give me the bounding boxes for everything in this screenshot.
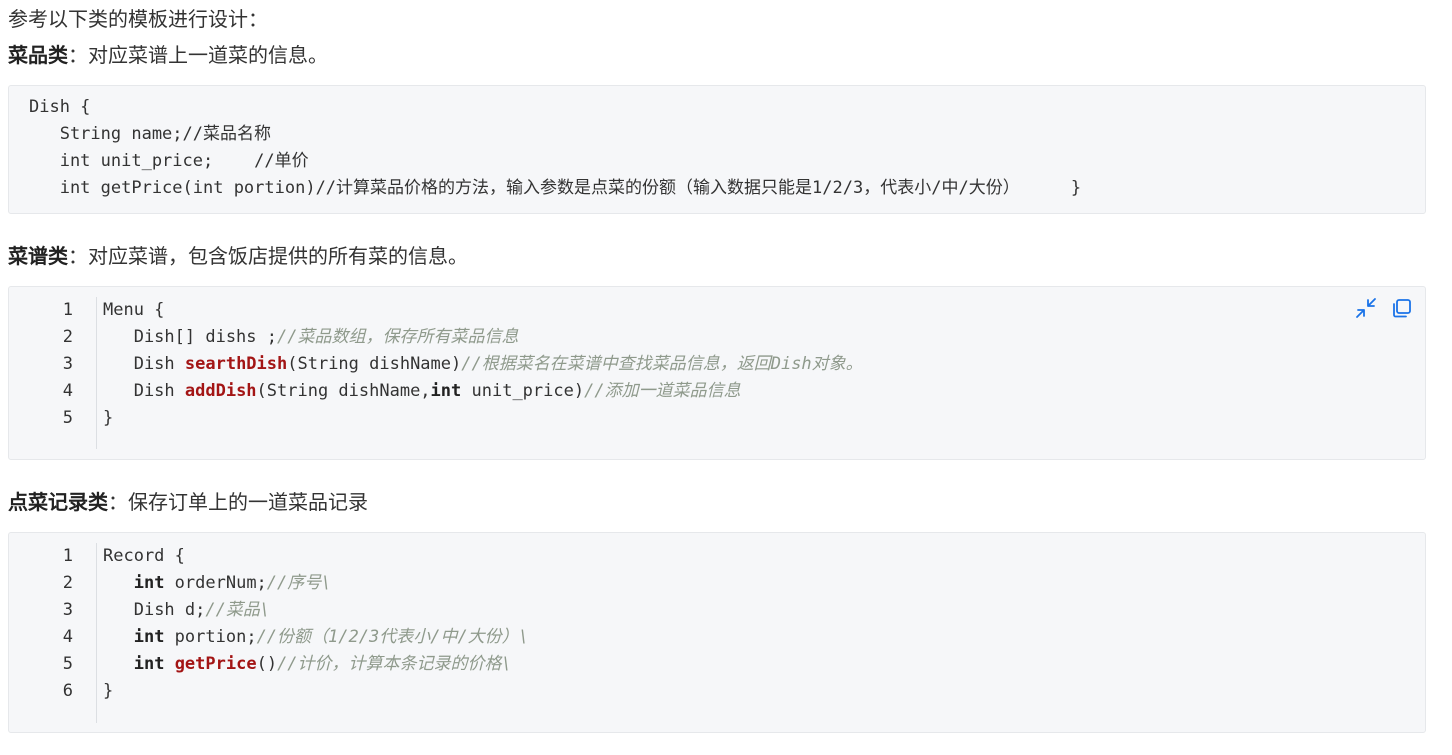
- line-number: 3: [62, 600, 73, 620]
- code-comment: //根据菜名在菜谱中查找菜品信息，返回Dish对象。: [461, 354, 863, 374]
- code-line: int orderNum;//序号\: [103, 570, 529, 597]
- record-heading: 点菜记录类：保存订单上的一道菜品记录: [8, 487, 368, 517]
- function-name: addDish: [184, 381, 257, 401]
- code-text: Dish: [103, 354, 185, 374]
- code-line: Dish d;//菜品\: [103, 597, 529, 624]
- code-comment: //菜品\: [205, 600, 271, 620]
- code-text: (String dishName): [287, 354, 462, 374]
- code-line: Dish[] dishs ;//菜品数组，保存所有菜品信息: [103, 324, 863, 351]
- code-line: Dish searthDish(String dishName)//根据菜名在菜…: [103, 351, 863, 378]
- line-number: 5: [62, 408, 73, 428]
- keyword: int: [430, 381, 462, 401]
- record-title: 点菜记录类: [8, 490, 108, 514]
- record-code-block[interactable]: 1 2 3 4 5 6 Record { int orderNum;//序号\ …: [8, 532, 1426, 733]
- keyword: int: [133, 627, 165, 647]
- code-line: Dish {: [29, 97, 91, 117]
- collapse-icon[interactable]: [1355, 297, 1377, 319]
- code-line: int getPrice()//计价，计算本条记录的价格\: [103, 651, 529, 678]
- menu-title: 菜谱类: [8, 244, 68, 268]
- line-number: 4: [62, 381, 73, 401]
- function-name: getPrice: [174, 654, 257, 674]
- copy-icon[interactable]: [1391, 297, 1413, 319]
- menu-heading: 菜谱类：对应菜谱，包含饭店提供的所有菜的信息。: [8, 241, 468, 271]
- code-text: orderNum;: [164, 573, 267, 593]
- code-line: int unit_price; //单价: [29, 151, 309, 171]
- code-text: (String dishName,: [256, 381, 431, 401]
- code-line: Dish addDish(String dishName,int unit_pr…: [103, 378, 863, 405]
- code-comment: //菜品数组，保存所有菜品信息: [277, 327, 519, 347]
- code-comment: //序号\: [266, 573, 332, 593]
- line-numbers: 1 2 3 4 5 6: [9, 543, 73, 705]
- code-comment: //份额（1/2/3代表小/中/大份）\: [256, 627, 529, 647]
- menu-code: Menu { Dish[] dishs ;//菜品数组，保存所有菜品信息 Dis…: [103, 297, 863, 432]
- menu-code-block[interactable]: 1 2 3 4 5 Menu { Dish[] dishs ;//菜品数组，保存…: [8, 286, 1426, 460]
- code-toolbar: [1355, 297, 1413, 319]
- code-line: String name;//菜品名称: [29, 124, 271, 144]
- code-text: Dish d;: [133, 600, 206, 620]
- dish-code: Dish { String name;//菜品名称 int unit_price…: [9, 86, 1425, 202]
- code-text: (): [256, 654, 278, 674]
- code-line: Record {: [103, 546, 185, 566]
- dish-description: ：对应菜谱上一道菜的信息。: [68, 43, 328, 67]
- record-code: Record { int orderNum;//序号\ Dish d;//菜品\…: [103, 543, 529, 705]
- record-description: ：保存订单上的一道菜品记录: [108, 490, 368, 514]
- code-line: }: [103, 681, 114, 701]
- code-line: Menu {: [103, 300, 165, 320]
- code-line: }: [103, 408, 114, 428]
- dish-title: 菜品类: [8, 43, 68, 67]
- line-number: 1: [62, 300, 73, 320]
- line-numbers: 1 2 3 4 5: [9, 297, 73, 432]
- line-number: 5: [62, 654, 73, 674]
- code-comment: //计价，计算本条记录的价格\: [277, 654, 512, 674]
- keyword: int: [133, 654, 165, 674]
- dish-code-block[interactable]: Dish { String name;//菜品名称 int unit_price…: [8, 85, 1426, 214]
- code-line: int getPrice(int portion)//计算菜品价格的方法，输入参…: [29, 178, 1082, 198]
- line-number: 4: [62, 627, 73, 647]
- code-text: unit_price): [461, 381, 585, 401]
- gutter-divider: [96, 297, 97, 449]
- menu-description: ：对应菜谱，包含饭店提供的所有菜的信息。: [68, 244, 468, 268]
- code-text: portion;: [164, 627, 257, 647]
- code-text: Dish[] dishs ;: [103, 327, 277, 347]
- gutter-divider: [96, 543, 97, 723]
- code-text: Dish: [103, 381, 185, 401]
- dish-heading: 菜品类：对应菜谱上一道菜的信息。: [8, 40, 328, 70]
- keyword: int: [133, 573, 165, 593]
- line-number: 6: [62, 681, 73, 701]
- intro-text: 参考以下类的模板进行设计：: [8, 7, 268, 31]
- code-comment: //添加一道菜品信息: [584, 381, 741, 401]
- line-number: 2: [62, 327, 73, 347]
- function-name: searthDish: [184, 354, 288, 374]
- line-number: 1: [62, 546, 73, 566]
- code-line: int portion;//份额（1/2/3代表小/中/大份）\: [103, 624, 529, 651]
- line-number: 2: [62, 573, 73, 593]
- line-number: 3: [62, 354, 73, 374]
